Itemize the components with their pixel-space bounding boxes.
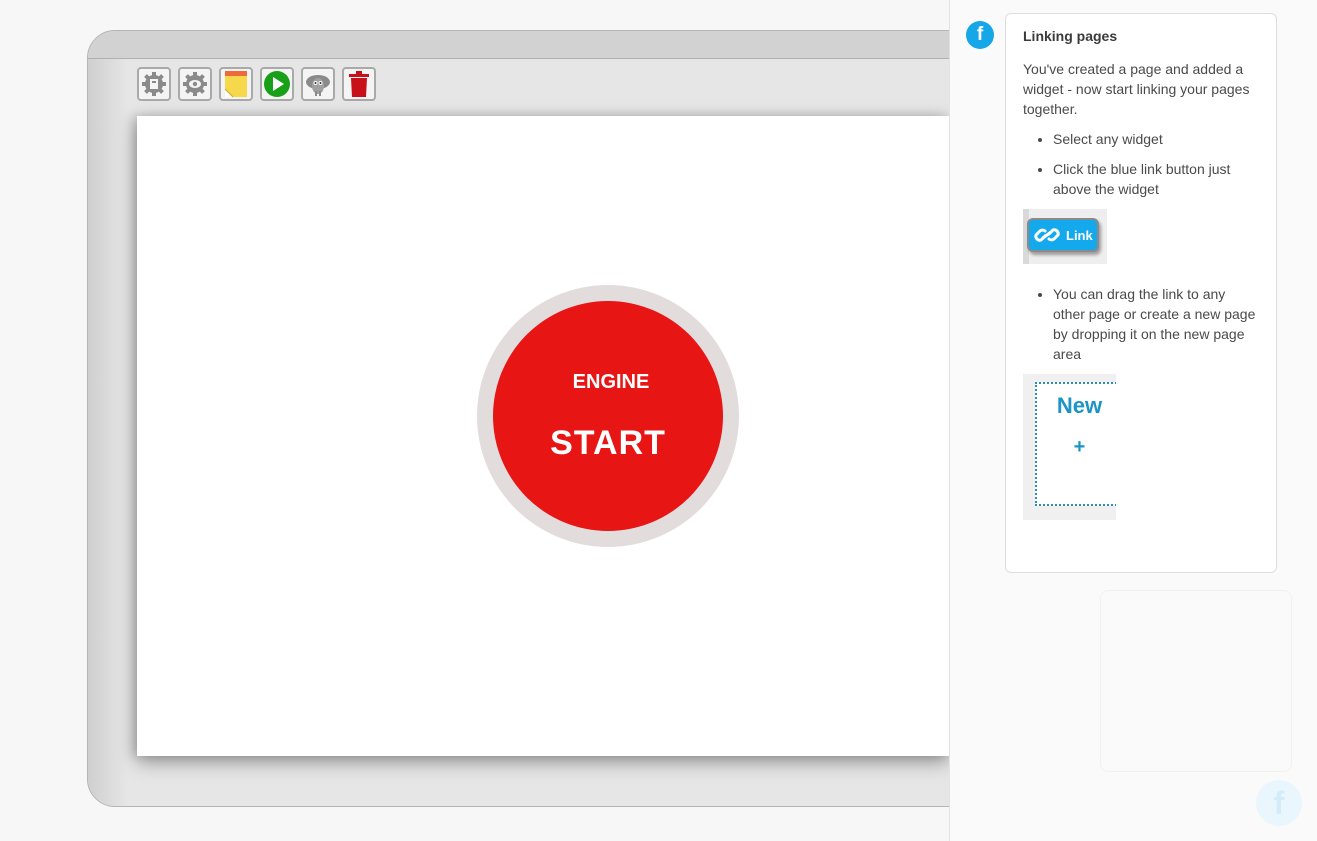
help-panel: f f Linking pages You've created a page …: [949, 0, 1317, 841]
preview-play-button[interactable]: [260, 67, 294, 101]
help-steps-list: Select any widget Click the blue link bu…: [1023, 129, 1260, 199]
panel-ghost-shape: [1100, 590, 1292, 772]
help-steps-list-2: You can drag the link to any other page …: [1023, 284, 1260, 364]
link-button-label: Link: [1066, 227, 1093, 243]
page-settings-button[interactable]: [178, 67, 212, 101]
help-title: Linking pages: [1023, 28, 1118, 44]
help-step: You can drag the link to any other page …: [1053, 284, 1260, 364]
widget-settings-icon: [142, 72, 166, 96]
widget-settings-button[interactable]: [137, 67, 171, 101]
link-button[interactable]: Link: [1027, 218, 1099, 252]
new-page-label: New: [1056, 393, 1103, 418]
engine-start-line2: START: [550, 424, 666, 462]
help-intro: You've created a page and added a widget…: [1023, 61, 1250, 117]
widget-toolbar: [137, 67, 376, 101]
plus-icon: +: [1073, 436, 1086, 458]
help-step: Select any widget: [1053, 129, 1260, 149]
engine-start-button[interactable]: ENGINE START: [493, 301, 723, 531]
sheep-button[interactable]: [301, 67, 335, 101]
chain-link-icon: [1034, 228, 1060, 242]
page-canvas: ENGINE START: [137, 116, 949, 756]
trash-icon: [349, 71, 369, 97]
engine-start-button-ring: ENGINE START: [477, 285, 739, 547]
new-page-area: New +: [1035, 382, 1116, 506]
page-settings-icon: [183, 72, 207, 96]
assistant-avatar: f: [966, 21, 994, 49]
sticky-note-icon: [224, 71, 247, 98]
engine-start-line1: ENGINE: [572, 371, 650, 393]
help-step: Click the blue link button just above th…: [1053, 159, 1260, 199]
sticky-note-button[interactable]: [219, 67, 253, 101]
link-button-example: Link: [1023, 209, 1107, 264]
delete-button[interactable]: [342, 67, 376, 101]
new-page-example: New +: [1023, 374, 1116, 520]
play-icon: [264, 71, 290, 97]
help-card: Linking pages You've created a page and …: [1005, 13, 1277, 573]
device-top-bar: [88, 31, 1086, 59]
assistant-launcher[interactable]: f: [1256, 780, 1302, 826]
sheep-icon: [306, 75, 330, 96]
